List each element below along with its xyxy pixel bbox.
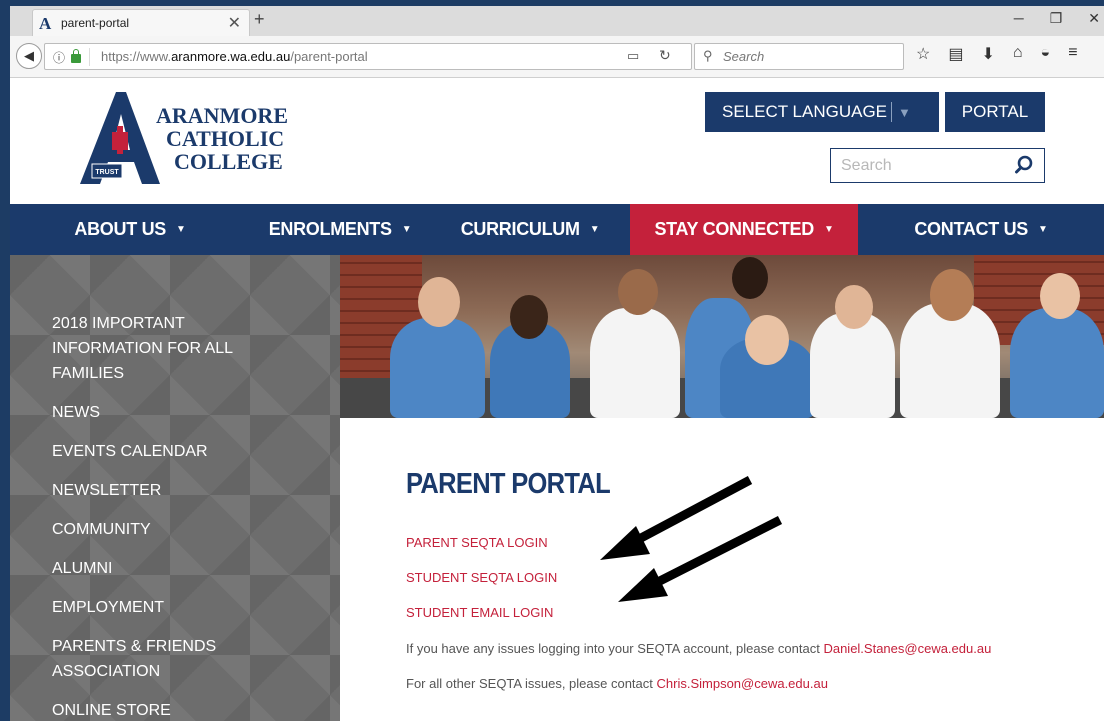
logo-line-1: ARANMORE — [156, 103, 288, 128]
lock-icon[interactable] — [71, 49, 81, 63]
student-seqta-login-link[interactable]: STUDENT SEQTA LOGIN — [406, 570, 557, 585]
browser-search-placeholder: Search — [723, 49, 765, 64]
hero-student-head — [1040, 273, 1080, 319]
sidebar-item-alumni[interactable]: ALUMNI — [52, 556, 272, 581]
caret-down-icon: ▼ — [1038, 224, 1048, 235]
hero-student-head — [732, 257, 768, 299]
seqta-issues-help-text: For all other SEQTA issues, please conta… — [406, 676, 828, 691]
nav-stay-connected[interactable]: STAY CONNECTED ▼ — [630, 204, 858, 255]
web-page: TRUST ARANMORE CATHOLIC COLLEGE SELECT L… — [10, 78, 1104, 721]
url-bar[interactable]: ⓘ https://www.aranmore.wa.edu.au/parent-… — [44, 43, 692, 70]
logo-wordmark: ARANMORE CATHOLIC COLLEGE — [156, 104, 288, 173]
sidebar-item-newsletter[interactable]: NEWSLETTER — [52, 478, 272, 503]
parent-seqta-login-link[interactable]: PARENT SEQTA LOGIN — [406, 535, 548, 550]
search-icon: ⚲ — [703, 48, 713, 63]
dropdown-triangle-icon: ▼ — [898, 104, 911, 120]
logo-badge-text: TRUST — [95, 169, 119, 176]
window-controls: ─ ❐ ✕ — [1014, 10, 1100, 27]
site-search-input[interactable] — [841, 155, 1001, 177]
caret-down-icon: ▼ — [589, 224, 600, 235]
close-window-icon[interactable]: ✕ — [1088, 10, 1100, 27]
sidebar-item-online-store[interactable]: ONLINE STORE — [52, 698, 272, 721]
annotation-arrow-icon — [618, 515, 783, 602]
sidebar-item-community[interactable]: COMMUNITY — [52, 517, 272, 542]
browser-tab[interactable]: A parent-portal ✕ — [32, 9, 250, 36]
hero-student-head — [618, 269, 658, 315]
hero-photo-students — [340, 255, 1104, 418]
page-title: PARENT PORTAL — [406, 468, 611, 500]
browser-toolbar: ☆ ▤ ⬇ ⌂ ◒ ≡ — [916, 44, 1078, 64]
sidebar-item-important-info[interactable]: 2018 IMPORTANT INFORMATION FOR ALL FAMIL… — [52, 311, 272, 386]
info-icon[interactable]: ⓘ — [53, 49, 65, 66]
daniel-stanes-email-link[interactable]: Daniel.Stanes@cewa.edu.au — [823, 641, 991, 656]
hero-student-head — [835, 285, 873, 329]
tab-close-icon[interactable]: ✕ — [228, 13, 241, 33]
hero-student — [590, 308, 680, 418]
browser-navbar: ◀ ⓘ https://www.aranmore.wa.edu.au/paren… — [10, 36, 1104, 78]
home-icon[interactable]: ⌂ — [1013, 44, 1023, 64]
nav-curriculum[interactable]: CURRICULUM ▼ — [430, 204, 630, 255]
browser-titlebar: A parent-portal ✕ + ─ ❐ ✕ — [10, 6, 1104, 36]
minimize-icon[interactable]: ─ — [1014, 10, 1024, 27]
url-text[interactable]: https://www.aranmore.wa.edu.au/parent-po… — [101, 49, 368, 64]
sidebar-item-news[interactable]: NEWS — [52, 400, 272, 425]
portal-button[interactable]: PORTAL — [945, 92, 1045, 132]
favicon-icon: A — [39, 14, 52, 33]
sidebar-item-events-calendar[interactable]: EVENTS CALENDAR — [52, 439, 272, 464]
new-tab-icon[interactable]: + — [254, 9, 265, 30]
tab-title: parent-portal — [61, 16, 130, 30]
language-divider — [891, 102, 893, 122]
chris-simpson-email-link[interactable]: Chris.Simpson@cewa.edu.au — [657, 676, 828, 691]
restore-icon[interactable]: ❐ — [1050, 10, 1063, 27]
hero-student — [1010, 308, 1104, 418]
hero-student-head — [745, 315, 789, 365]
nav-contact-us[interactable]: CONTACT US ▼ — [858, 204, 1104, 255]
menu-icon[interactable]: ≡ — [1068, 44, 1077, 64]
browser-search-bar[interactable]: ⚲ Search — [694, 43, 904, 70]
sidebar-item-employment[interactable]: EMPLOYMENT — [52, 595, 272, 620]
logo-line-2: CATHOLIC — [166, 126, 285, 151]
nav-enrolments[interactable]: ENROLMENTS ▼ — [250, 204, 430, 255]
hero-student-head — [930, 269, 974, 321]
student-email-login-link[interactable]: STUDENT EMAIL LOGIN — [406, 605, 553, 620]
select-language-button[interactable]: SELECT LANGUAGE ▼ — [705, 92, 939, 132]
reader-view-icon[interactable]: ▭ — [627, 48, 639, 64]
sidebar-menu: 2018 IMPORTANT INFORMATION FOR ALL FAMIL… — [52, 311, 272, 721]
reload-icon[interactable]: ↻ — [659, 47, 671, 64]
download-icon[interactable]: ⬇ — [981, 44, 994, 64]
pocket-icon[interactable]: ◒ — [1041, 44, 1051, 64]
search-icon[interactable] — [1014, 155, 1034, 175]
hero-student-head — [510, 295, 548, 339]
logo-a-emblem-icon: TRUST — [80, 92, 160, 184]
main-navigation: ABOUT US ▼ ENROLMENTS ▼ CURRICULUM ▼ STAY C… — [10, 204, 1104, 255]
hero-student — [390, 318, 485, 418]
caret-down-icon: ▼ — [176, 224, 186, 235]
url-separator — [89, 48, 90, 66]
caret-down-icon: ▼ — [823, 224, 834, 235]
caret-down-icon: ▼ — [401, 224, 412, 235]
select-language-label: SELECT LANGUAGE — [722, 102, 888, 121]
college-logo[interactable]: TRUST ARANMORE CATHOLIC COLLEGE — [78, 92, 308, 192]
logo-line-3: COLLEGE — [174, 149, 283, 174]
sidebar: 2018 IMPORTANT INFORMATION FOR ALL FAMIL… — [10, 255, 340, 721]
site-search-box[interactable] — [830, 148, 1045, 183]
nav-about-us[interactable]: ABOUT US ▼ — [10, 204, 250, 255]
sidebar-item-parents-friends[interactable]: PARENTS & FRIENDS ASSOCIATION — [52, 634, 272, 684]
back-arrow-icon[interactable]: ◀ — [16, 43, 42, 69]
reading-list-icon[interactable]: ▤ — [948, 44, 963, 64]
bookmark-star-icon[interactable]: ☆ — [916, 44, 930, 64]
hero-student-head — [418, 277, 460, 327]
